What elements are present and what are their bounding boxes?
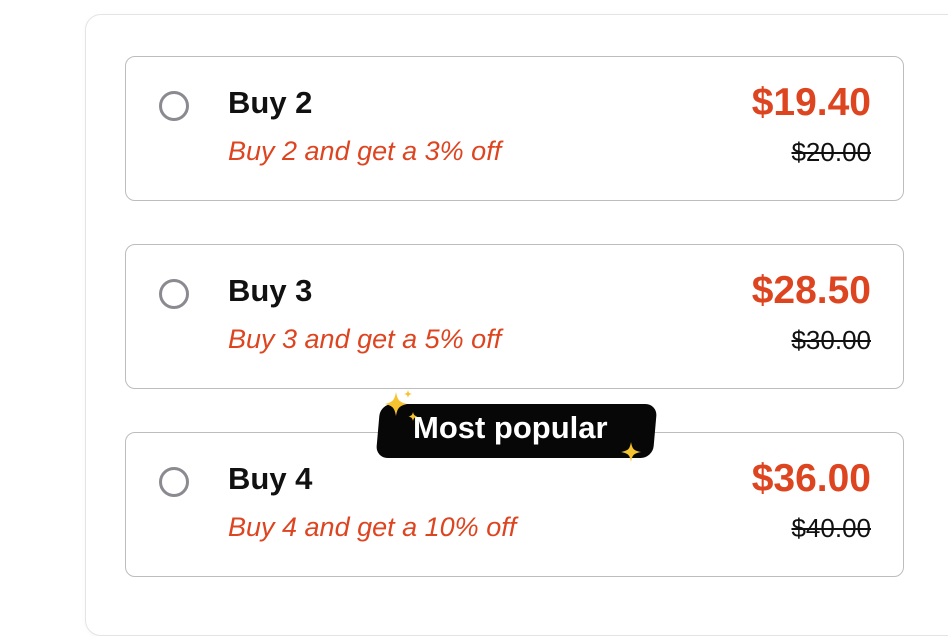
- offer-discount-text: Buy 2 and get a 3% off: [228, 136, 502, 166]
- offer-compare-price: $30.00: [791, 325, 871, 355]
- offer-price: $36.00: [751, 457, 871, 500]
- offer-option-buy-2[interactable]: Buy 2 Buy 2 and get a 3% off $19.40 $20.…: [125, 56, 904, 201]
- offer-compare-price: $40.00: [791, 513, 871, 543]
- offer-title: Buy 3: [228, 273, 313, 308]
- offer-price: $19.40: [751, 81, 871, 124]
- offer-option-buy-3[interactable]: Buy 3 Buy 3 and get a 5% off $28.50 $30.…: [125, 244, 904, 389]
- offer-discount-text: Buy 3 and get a 5% off: [228, 324, 502, 354]
- offer-title: Buy 2: [228, 85, 313, 120]
- radio-button[interactable]: [159, 91, 189, 121]
- radio-button[interactable]: [159, 467, 189, 497]
- most-popular-label: Most popular: [413, 410, 608, 445]
- sparkle-icon: [385, 390, 418, 421]
- offer-title: Buy 4: [228, 461, 313, 496]
- offer-compare-price: $20.00: [791, 137, 871, 167]
- sparkle-icon: [621, 442, 641, 462]
- radio-button[interactable]: [159, 279, 189, 309]
- offer-price: $28.50: [751, 269, 871, 312]
- offer-discount-text: Buy 4 and get a 10% off: [228, 512, 517, 542]
